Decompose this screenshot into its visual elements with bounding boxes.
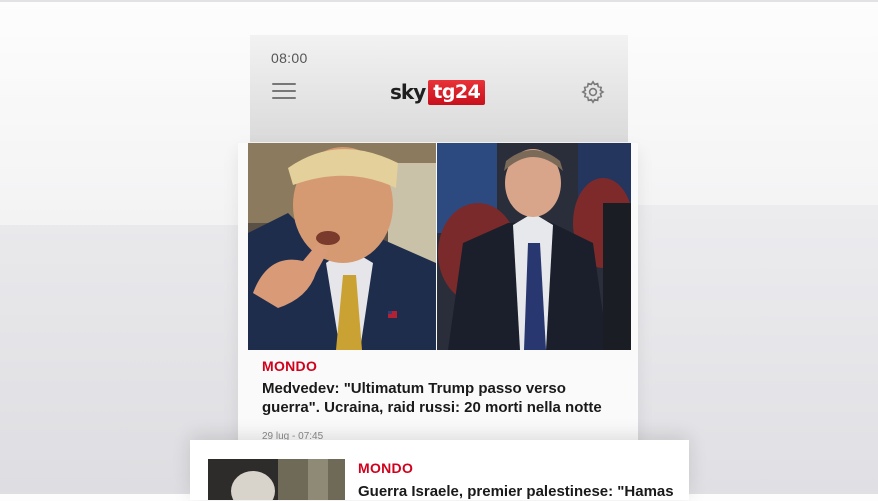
article-card[interactable]: MONDO Guerra Israele, premier palestines… xyxy=(190,440,689,500)
article-category[interactable]: MONDO xyxy=(262,358,317,374)
hamburger-menu-icon[interactable] xyxy=(272,83,296,101)
status-time: 08:00 xyxy=(271,50,308,66)
logo-tg24-badge: tg24 xyxy=(428,79,486,105)
article-card[interactable]: MONDO Medvedev: "Ultimatum Trump passo v… xyxy=(238,143,638,443)
logo-sky-text: sky xyxy=(390,80,426,104)
sky-tg24-logo[interactable]: sky tg24 xyxy=(390,79,486,105)
article-category[interactable]: MONDO xyxy=(358,460,413,476)
app-header: 08:00 sky tg24 xyxy=(250,35,628,142)
gear-icon[interactable] xyxy=(581,80,605,104)
article-title[interactable]: Medvedev: "Ultimatum Trump passo verso g… xyxy=(262,379,612,417)
article-image xyxy=(248,143,631,350)
backdrop-band-top xyxy=(0,0,878,2)
article-title[interactable]: Guerra Israele, premier palestinese: "Ha… xyxy=(358,482,688,501)
